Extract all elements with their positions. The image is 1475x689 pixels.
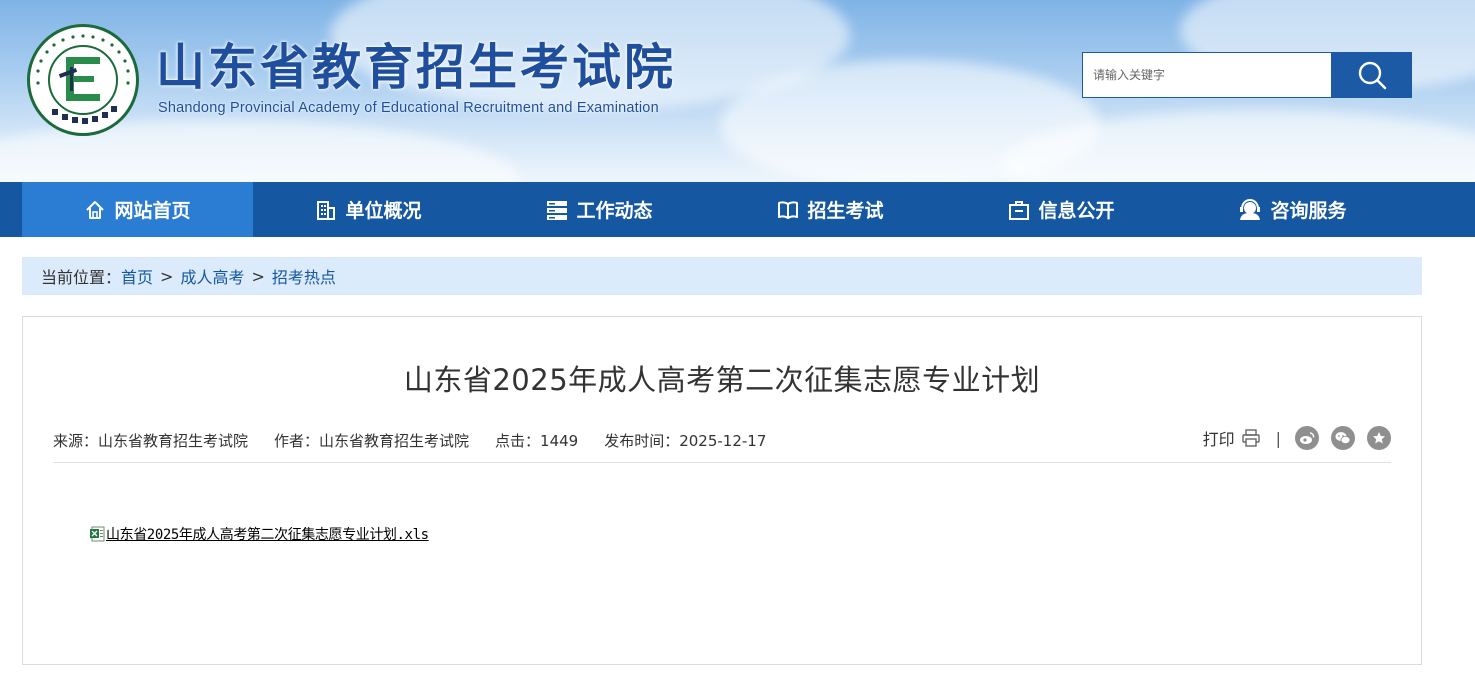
attachment-link[interactable]: 山东省2025年成人高考第二次征集志愿专业计划.xls <box>106 524 429 544</box>
article-meta: 来源：山东省教育招生考试院 作者：山东省教育招生考试院 点击：1449 发布时间… <box>53 430 792 451</box>
server-icon <box>546 199 568 221</box>
nav-item-disclosure[interactable]: 信息公开 <box>946 182 1177 237</box>
breadcrumb-adult-exam-link[interactable]: 成人高考 <box>180 264 244 288</box>
nav-label: 信息公开 <box>1038 200 1115 222</box>
nav-label: 招生考试 <box>807 200 884 222</box>
search-icon <box>1358 61 1386 90</box>
attachment: 山东省2025年成人高考第二次征集志愿专业计划.xls <box>89 524 429 544</box>
weibo-icon[interactable] <box>1295 426 1319 450</box>
site-header: 山东省教育招生考试院 Shandong Provincial Academy o… <box>0 0 1475 182</box>
nav-item-news[interactable]: 工作动态 <box>484 182 715 237</box>
breadcrumb-home-link[interactable]: 首页 <box>121 264 153 288</box>
search-box <box>1082 52 1333 98</box>
favorite-icon[interactable] <box>1367 426 1391 450</box>
article-panel: 山东省2025年成人高考第二次征集志愿专业计划 来源：山东省教育招生考试院 作者… <box>22 316 1422 665</box>
excel-file-icon <box>89 526 105 542</box>
meta-divider <box>53 462 1391 463</box>
meta-author: 作者：山东省教育招生考试院 <box>274 432 470 450</box>
meta-published: 发布时间：2025-12-17 <box>604 432 767 450</box>
nav-label: 网站首页 <box>114 200 191 222</box>
article-tools: 打印 | <box>1203 426 1391 450</box>
meta-clicks: 点击：1449 <box>495 432 579 450</box>
nav-label: 单位概况 <box>345 200 422 222</box>
print-icon[interactable] <box>1241 429 1260 447</box>
headset-icon <box>1238 198 1262 221</box>
briefcase-icon <box>1008 199 1030 221</box>
site-title[interactable]: 山东省教育招生考试院 <box>156 38 676 98</box>
nav-label: 咨询服务 <box>1270 200 1347 222</box>
breadcrumb: 当前位置： 首页 > 成人高考 > 招考热点 <box>22 257 1422 295</box>
nav-item-consult[interactable]: 咨询服务 <box>1177 182 1408 237</box>
academy-emblem-logo[interactable] <box>27 24 139 136</box>
nav-item-home[interactable]: 网站首页 <box>22 182 253 237</box>
article-title: 山东省2025年成人高考第二次征集志愿专业计划 <box>403 363 1041 397</box>
tools-separator: | <box>1275 428 1281 448</box>
breadcrumb-prefix: 当前位置： <box>41 268 122 287</box>
breadcrumb-separator: > <box>160 266 174 286</box>
nav-label: 工作动态 <box>576 200 653 222</box>
print-label[interactable]: 打印 <box>1203 426 1235 450</box>
main-nav: 网站首页 单位概况 工作动态 招生考试 信息公开 咨询服务 <box>0 182 1475 237</box>
wechat-icon[interactable] <box>1331 426 1355 450</box>
book-icon <box>777 199 799 221</box>
search-button[interactable] <box>1331 52 1412 98</box>
building-icon <box>315 199 337 221</box>
meta-source: 来源：山东省教育招生考试院 <box>53 432 249 450</box>
breadcrumb-hot-topics-link[interactable]: 招考热点 <box>272 264 336 288</box>
search-input[interactable] <box>1083 53 1333 97</box>
nav-item-about[interactable]: 单位概况 <box>253 182 484 237</box>
site-subtitle: Shandong Provincial Academy of Education… <box>158 100 659 116</box>
home-icon <box>84 199 106 221</box>
breadcrumb-separator: > <box>251 266 265 286</box>
nav-item-exams[interactable]: 招生考试 <box>715 182 946 237</box>
